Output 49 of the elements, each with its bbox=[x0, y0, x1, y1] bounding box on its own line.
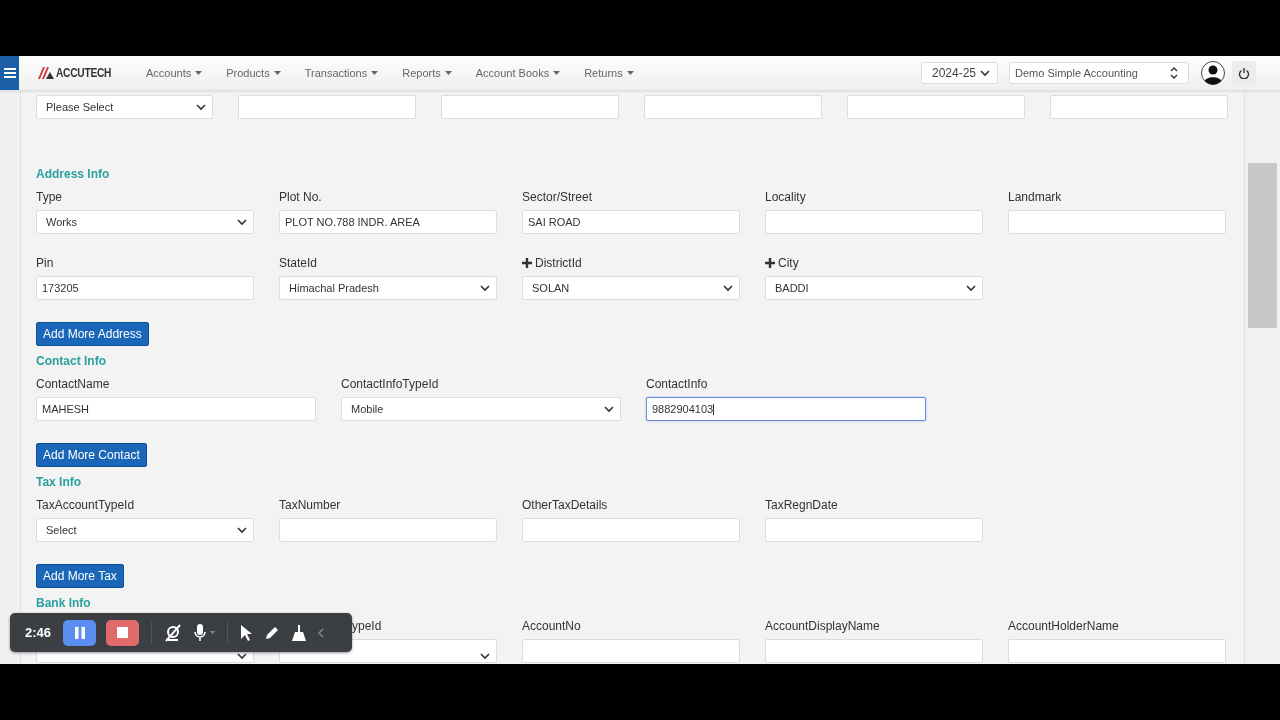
field-label: Landmark bbox=[1008, 189, 1062, 204]
field-label: DistrictId bbox=[535, 255, 582, 270]
field-label: City bbox=[778, 255, 799, 270]
input-field[interactable]: MAHESH bbox=[36, 397, 316, 421]
select-field[interactable]: Himachal Pradesh bbox=[279, 276, 497, 300]
timer: 2:46 bbox=[25, 625, 52, 640]
field-label: Pin bbox=[36, 255, 54, 270]
field-label: ypeId bbox=[352, 618, 382, 633]
add-button[interactable]: Add More Tax bbox=[36, 564, 124, 588]
section-title: Bank Info bbox=[36, 596, 92, 610]
input-field[interactable]: 9882904103 bbox=[646, 397, 926, 421]
select-field[interactable]: BADDI bbox=[765, 276, 983, 300]
field-label: ContactInfo bbox=[646, 376, 708, 391]
field-label: Sector/Street bbox=[522, 189, 593, 204]
field-label: Type bbox=[36, 189, 62, 204]
field-label: AccountDisplayName bbox=[765, 618, 880, 633]
year-select[interactable]: 2024-25 bbox=[921, 62, 998, 84]
field-label: ContactInfoTypeId bbox=[341, 376, 439, 391]
section-title: Tax Info bbox=[36, 475, 83, 489]
field-label: AccountNo bbox=[522, 618, 581, 633]
add-button[interactable]: Add More Contact bbox=[36, 443, 147, 467]
section-title: Contact Info bbox=[36, 354, 107, 368]
nav-menu[interactable]: Accounts bbox=[146, 67, 203, 79]
brand-name: ACCUTECH bbox=[56, 66, 111, 80]
field-label: StateId bbox=[279, 255, 318, 270]
nav-menu[interactable]: Returns bbox=[584, 67, 634, 79]
nav-menu[interactable]: Account Books bbox=[475, 67, 561, 79]
field-label: TaxAccountTypeId bbox=[36, 497, 135, 512]
input-field[interactable]: PLOT NO.788 INDR. AREA bbox=[279, 210, 497, 234]
field-label: ContactName bbox=[36, 376, 110, 391]
company-select[interactable]: Demo Simple Accounting bbox=[1009, 62, 1189, 84]
select-field[interactable]: Select bbox=[36, 518, 254, 542]
input-field[interactable]: 173205 bbox=[36, 276, 254, 300]
section-title: Address Info bbox=[36, 167, 111, 181]
field-label: Locality bbox=[765, 189, 806, 204]
nav-menu[interactable]: Transactions bbox=[304, 67, 379, 79]
field-label: AccountHolderName bbox=[1008, 618, 1119, 633]
field-label: TaxRegnDate bbox=[765, 497, 838, 512]
select-field[interactable]: Please Select bbox=[36, 95, 213, 119]
field-label: TaxNumber bbox=[279, 497, 341, 512]
nav-menu[interactable]: Products bbox=[226, 67, 281, 79]
select-field[interactable]: SOLAN bbox=[522, 276, 740, 300]
field-label: Plot No. bbox=[279, 189, 322, 204]
select-field[interactable]: Works bbox=[36, 210, 254, 234]
input-field[interactable]: SAI ROAD bbox=[522, 210, 740, 234]
add-button[interactable]: Add More Address bbox=[36, 322, 149, 346]
field-label: OtherTaxDetails bbox=[522, 497, 608, 512]
select-field[interactable]: Mobile bbox=[341, 397, 621, 421]
nav-menu[interactable]: Reports bbox=[402, 67, 452, 79]
